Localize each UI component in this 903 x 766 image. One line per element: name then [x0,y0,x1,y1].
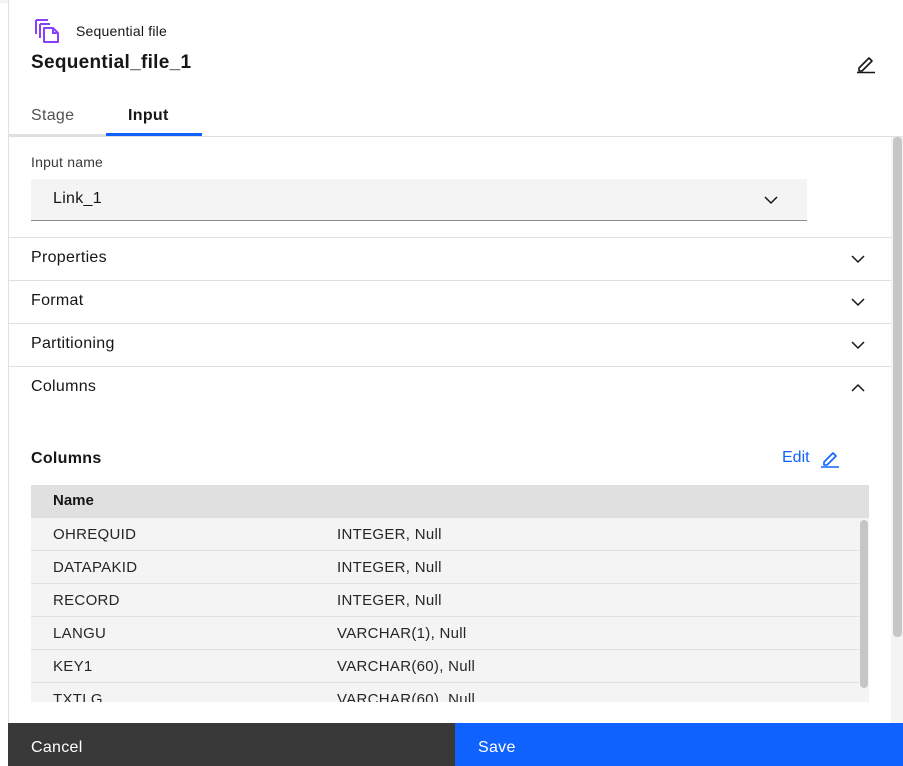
footer-actions: Cancel Save [8,723,903,766]
column-type-cell: VARCHAR(1), Null [337,625,467,642]
chevron-up-icon [851,383,865,392]
column-type-cell: VARCHAR(60), Null [337,658,476,675]
tab-content-input: Input name Link_1 Properties Format Part… [8,137,891,723]
input-name-select[interactable]: Link_1 [31,179,807,221]
chevron-down-icon [851,255,865,264]
chevron-down-icon [851,341,865,350]
table-row[interactable]: DATAPAKID INTEGER, Null [31,551,859,584]
panel-scrollbar-thumb[interactable] [893,137,902,637]
accordion-title: Properties [31,249,107,266]
column-name-cell: LANGU [53,625,107,642]
accordion-title: Partitioning [31,335,115,352]
input-name-value: Link_1 [53,190,102,207]
pencil-icon [820,452,839,468]
column-name-cell: OHREQUID [53,526,137,543]
accordion-partitioning[interactable]: Partitioning [8,323,891,366]
column-name-cell: KEY1 [53,658,93,675]
accordion-title: Format [31,292,84,309]
table-row[interactable]: LANGU VARCHAR(1), Null [31,617,859,650]
cancel-button[interactable]: Cancel [8,723,455,766]
column-header-name: Name [53,492,94,509]
tab-stage[interactable]: Stage [8,98,106,136]
table-row[interactable]: RECORD INTEGER, Null [31,584,859,617]
columns-table: Name OHREQUID INTEGER, Null DATAPAKID IN… [31,485,869,702]
table-row[interactable]: KEY1 VARCHAR(60), Null [31,650,859,683]
table-row[interactable]: OHREQUID INTEGER, Null [31,518,859,551]
accordion-format[interactable]: Format [8,280,891,323]
edit-columns-label: Edit [782,449,810,466]
table-body: OHREQUID INTEGER, Null DATAPAKID INTEGER… [31,518,859,702]
stage-name-title: Sequential_file_1 [31,52,192,73]
column-name-cell: DATAPAKID [53,559,138,576]
column-type-cell: INTEGER, Null [337,559,442,576]
save-button[interactable]: Save [455,723,903,766]
accordion-properties[interactable]: Properties [8,237,891,280]
columns-heading: Columns [31,450,102,467]
accordion-title: Columns [31,378,97,395]
table-header: Name [31,485,869,518]
pencil-icon[interactable] [855,52,877,74]
accordion-columns[interactable]: Columns [8,366,891,409]
stage-type-label: Sequential file [76,23,167,39]
input-name-label: Input name [31,154,104,170]
sequential-file-icon [35,19,59,43]
column-name-cell: RECORD [53,592,120,609]
chevron-down-icon [764,196,778,205]
tab-bar: Stage Input [8,98,903,137]
stage-type-row: Sequential file [34,18,167,44]
table-row[interactable]: TXTLG VARCHAR(60), Null [31,683,859,702]
tab-input[interactable]: Input [106,98,202,136]
column-type-cell: INTEGER, Null [337,526,442,543]
column-name-cell: TXTLG [53,691,103,702]
edit-columns-button[interactable]: Edit [782,448,840,468]
column-type-cell: INTEGER, Null [337,592,442,609]
column-type-cell: VARCHAR(60), Null [337,691,476,702]
chevron-down-icon [851,298,865,307]
table-scrollbar-thumb[interactable] [860,520,868,688]
